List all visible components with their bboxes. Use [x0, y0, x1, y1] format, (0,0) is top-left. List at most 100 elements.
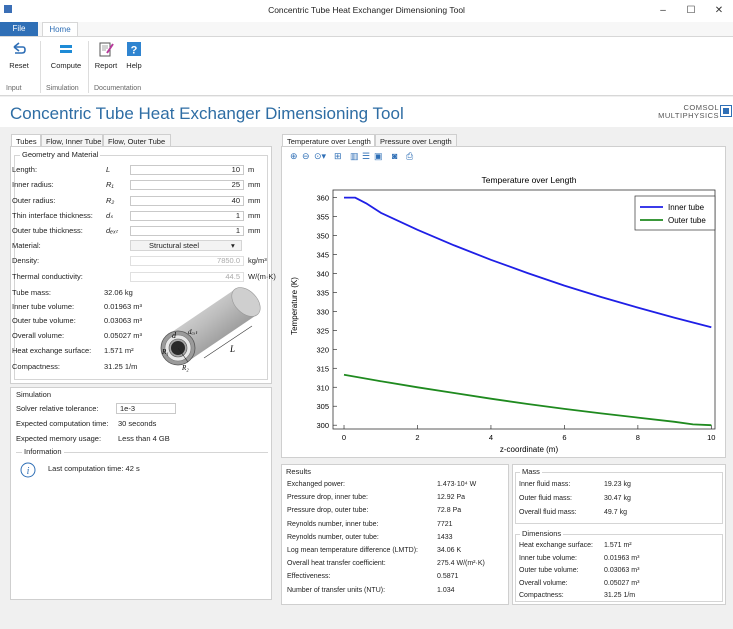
y-tick-label: 355	[316, 213, 329, 222]
outer-thickness-input[interactable]: 1	[130, 226, 244, 236]
y-tick-label: 340	[316, 269, 329, 278]
mass-row: Outer fluid mass: 30.47 kg	[519, 495, 733, 505]
dimensions-value: 31.25 1/m	[604, 592, 636, 600]
inner-volume-label: Inner tube volume:	[12, 302, 75, 311]
x-tick-label: 6	[562, 433, 566, 442]
zoom-in-icon[interactable]: ⊕	[290, 151, 298, 162]
interface-thickness-input[interactable]: 1	[130, 211, 244, 221]
dimensions-row: Overall volume: 0.05027 m³	[519, 580, 733, 590]
results-row: Exchanged power: 1.473·10⁴ W	[287, 481, 507, 491]
results-label: Number of transfer units (NTU):	[287, 586, 386, 594]
results-label: Pressure drop, inner tube:	[287, 494, 368, 502]
surface-row: Heat exchange surface: 1.571 m²	[12, 346, 172, 356]
dimensions-value: 0.01963 m³	[604, 554, 640, 562]
interface-thickness-label: Thin interface thickness:	[12, 211, 93, 220]
zoom-out-icon[interactable]: ⊖	[302, 151, 310, 162]
window-title: Concentric Tube Heat Exchanger Dimension…	[268, 5, 465, 15]
plot-toolbar: ⊕ ⊖ ⊙▾ ⊞ ▥ ☰ ▣ ◙ ⎙	[290, 151, 450, 165]
overall-volume-value: 0.05027 m³	[104, 331, 142, 340]
y-tick-label: 360	[316, 194, 329, 203]
outer-radius-row: Outer radius: R₂ 40 mm	[12, 196, 272, 206]
svg-text:i: i	[27, 466, 30, 477]
length-unit: m	[248, 165, 255, 174]
results-label: Pressure drop, outer tube:	[287, 507, 369, 515]
results-value: 72.8 Pa	[437, 507, 462, 515]
y-tick-label: 315	[316, 364, 329, 373]
results-value: 1433	[437, 533, 453, 541]
y-tick-label: 300	[316, 421, 329, 430]
results-label: Exchanged power:	[287, 481, 345, 488]
dimensions-label: Outer tube volume:	[519, 567, 579, 575]
y-tick-label: 335	[316, 288, 329, 297]
simulation-title: Simulation	[16, 390, 52, 399]
density-row: Density: 7850.0 kg/m³	[12, 256, 272, 266]
dimensions-row: Outer tube volume: 0.03063 m³	[519, 567, 733, 577]
density-field: 7850.0	[130, 256, 244, 266]
outer-thickness-label: Outer tube thickness:	[12, 226, 83, 235]
maximize-button[interactable]: ☐	[680, 3, 702, 19]
length-row: Length: L 10 m	[12, 165, 272, 175]
density-unit: kg/m³	[248, 256, 267, 265]
mass-title: Mass	[520, 467, 542, 476]
zoom-extents-icon[interactable]: ⊞	[334, 151, 342, 162]
dimensions-label: Compactness:	[519, 592, 564, 600]
results-label: Overall heat transfer coefficient:	[287, 560, 386, 568]
mass-value: 30.47 kg	[604, 495, 631, 502]
dimensions-value: 0.05027 m³	[604, 579, 640, 587]
compute-button[interactable]: Compute	[48, 41, 84, 83]
help-button[interactable]: ? Help	[122, 41, 146, 83]
camera-icon[interactable]: ◙	[392, 151, 397, 161]
inner-radius-input[interactable]: 25	[130, 180, 244, 190]
inner-volume-value: 0.01963 m³	[104, 302, 142, 311]
grid-icon-2[interactable]: ☰	[362, 151, 370, 162]
compactness-label: Compactness:	[12, 362, 60, 371]
report-button[interactable]: Report	[92, 41, 120, 83]
material-select[interactable]: Structural steel ▾	[130, 240, 242, 251]
conductivity-unit: W/(m·K)	[248, 272, 276, 281]
compute-equals-icon	[60, 45, 72, 53]
y-axis-label: Temperature (K)	[290, 277, 299, 335]
close-button[interactable]: ✕	[708, 3, 730, 19]
results-value: 275.4 W/(m²·K)	[437, 560, 485, 568]
tube-mass-row: Tube mass: 32.06 kg	[12, 288, 172, 298]
y-tick-label: 305	[316, 402, 329, 411]
reset-label: Reset	[9, 61, 29, 70]
print-icon[interactable]: ⎙	[406, 151, 413, 162]
length-input[interactable]: 10	[130, 165, 244, 175]
zoom-box-icon[interactable]: ⊙▾	[314, 151, 326, 162]
dimensions-row: Compactness: 31.25 1/m	[519, 592, 733, 602]
info-icon: i	[20, 462, 36, 478]
chevron-down-icon: ▾	[231, 241, 235, 250]
results-row: Effectiveness: 0.5871	[287, 573, 507, 583]
menu-home-tab[interactable]: Home	[42, 22, 78, 36]
outer-radius-input[interactable]: 40	[130, 196, 244, 206]
mass-label: Inner fluid mass:	[519, 481, 571, 488]
results-row: Pressure drop, inner tube: 12.92 Pa	[287, 494, 507, 504]
overall-volume-row: Overall volume: 0.05027 m³	[12, 331, 172, 341]
y-tick-label: 350	[316, 232, 329, 241]
x-tick-label: 2	[415, 433, 419, 442]
outer-volume-value: 0.03063 m³	[104, 316, 142, 325]
computation-time-label: Expected computation time:	[16, 419, 109, 428]
help-label: Help	[126, 61, 142, 70]
results-value: 12.92 Pa	[437, 494, 466, 502]
tube-label-length: L	[229, 344, 235, 354]
grid-icon-3[interactable]: ▣	[374, 151, 383, 162]
mass-value: 49.7 kg	[604, 509, 627, 516]
solver-tolerance-input[interactable]: 1e-3	[116, 403, 176, 414]
grid-icon-1[interactable]: ▥	[350, 151, 359, 162]
inner-radius-unit: mm	[248, 180, 261, 189]
results-value: 7721	[437, 520, 453, 528]
surface-label: Heat exchange surface:	[12, 346, 92, 355]
outer-radius-label: Outer radius:	[12, 196, 56, 205]
y-tick-label: 345	[316, 250, 329, 259]
menu-bar: File Home	[0, 22, 733, 36]
chart-legend: Inner tube Outer tube	[634, 195, 716, 231]
menu-file[interactable]: File	[0, 22, 38, 36]
reset-button[interactable]: Reset	[6, 41, 32, 83]
dimensions-label: Overall volume:	[519, 579, 568, 587]
tube-label-dext: dₑₓₜ	[188, 328, 198, 336]
minimize-button[interactable]: –	[652, 3, 674, 19]
y-tick-label: 330	[316, 307, 329, 316]
results-row: Log mean temperature difference (LMTD): 3…	[287, 547, 507, 557]
